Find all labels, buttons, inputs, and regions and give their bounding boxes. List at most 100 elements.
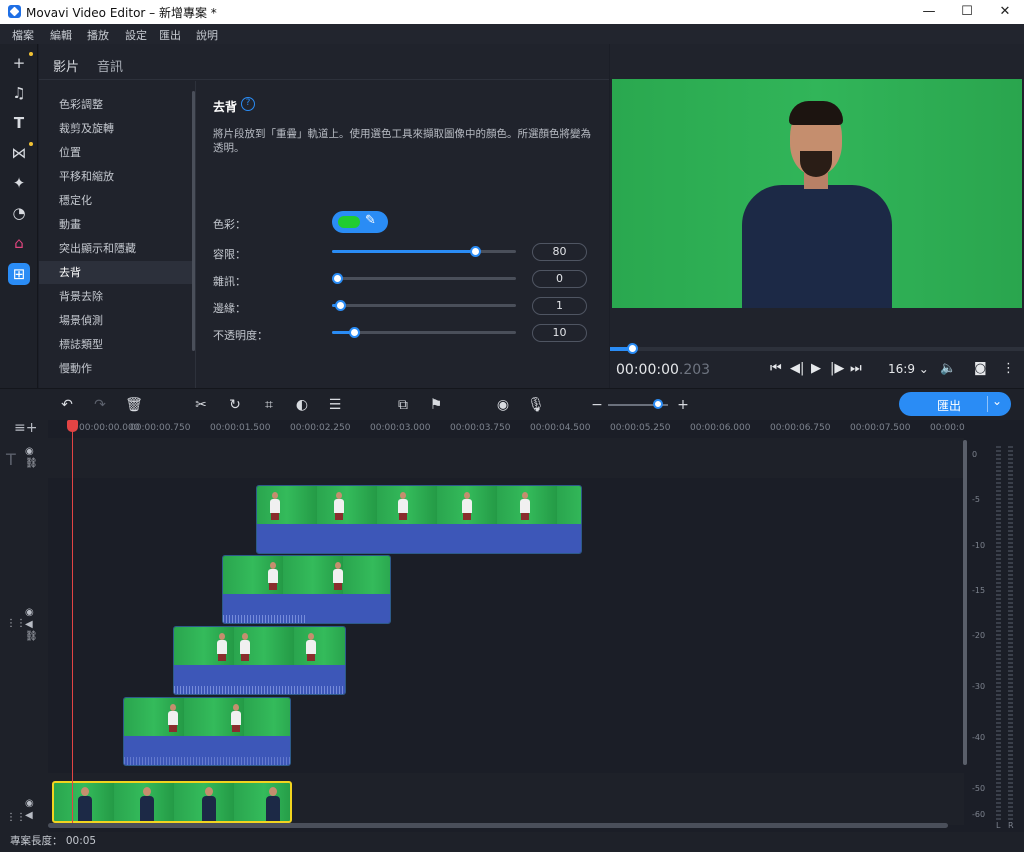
overlay-clip[interactable] bbox=[173, 626, 346, 695]
overlay-clip[interactable] bbox=[222, 555, 391, 624]
noise-slider[interactable] bbox=[332, 273, 516, 284]
add-track-icon[interactable]: ≡+ bbox=[14, 420, 37, 436]
close-button[interactable]: ✕ bbox=[986, 0, 1024, 24]
timeline-horizontal-scrollbar[interactable] bbox=[48, 823, 948, 828]
delete-icon[interactable]: 🗑 bbox=[124, 396, 144, 414]
slider-handle[interactable] bbox=[332, 273, 343, 284]
opacity-value[interactable]: 10 bbox=[532, 324, 587, 342]
category-item-selected[interactable]: 去背 bbox=[39, 261, 196, 284]
menu-export[interactable]: 匯出 bbox=[159, 27, 181, 43]
timeline-ruler[interactable]: 00:00:00.000 00:00:00.750 00:00:01.500 0… bbox=[48, 420, 965, 438]
rotate-icon[interactable]: ↻ bbox=[225, 396, 245, 414]
more-tools-icon[interactable]: ⊞ bbox=[8, 263, 30, 285]
playhead-handle[interactable] bbox=[67, 420, 78, 432]
opacity-slider[interactable] bbox=[332, 327, 516, 338]
link-icon[interactable]: ⛓ bbox=[25, 458, 38, 469]
category-item[interactable]: 突出顯示和隱藏 bbox=[39, 237, 196, 260]
transitions-icon[interactable]: ⋈ bbox=[8, 142, 30, 164]
speaker-icon[interactable]: ◀ bbox=[25, 619, 33, 630]
minimize-button[interactable]: — bbox=[910, 0, 948, 24]
skip-start-icon[interactable]: ⏮ bbox=[770, 361, 782, 376]
speaker-icon[interactable]: ◀ bbox=[25, 810, 33, 821]
store-icon[interactable]: ⌂ bbox=[8, 232, 30, 254]
aspect-ratio-dropdown[interactable]: 16:9 ⌄ bbox=[888, 362, 929, 376]
export-button[interactable]: 匯出 ⌄ bbox=[899, 392, 1011, 416]
ruler-label: 00:00:03.000 bbox=[370, 423, 431, 433]
slider-handle[interactable] bbox=[349, 327, 360, 338]
category-item[interactable]: 穩定化 bbox=[39, 189, 196, 212]
export-dropdown-icon[interactable]: ⌄ bbox=[992, 394, 1002, 408]
category-item[interactable]: 動畫 bbox=[39, 213, 196, 236]
menu-edit[interactable]: 編輯 bbox=[50, 27, 72, 43]
overlay-clip[interactable] bbox=[123, 697, 291, 766]
category-item[interactable]: 裁剪及旋轉 bbox=[39, 117, 196, 140]
volume-icon[interactable]: 🔈 bbox=[940, 361, 956, 376]
slider-handle[interactable] bbox=[470, 246, 481, 257]
eye-icon[interactable]: ◉ bbox=[25, 607, 34, 618]
edges-slider[interactable] bbox=[332, 300, 516, 311]
timeline-zoom-slider[interactable] bbox=[608, 399, 668, 409]
color-adjust-icon[interactable]: ◐ bbox=[292, 396, 312, 414]
title-bar: Movavi Video Editor – 新增專案 * — ☐ ✕ bbox=[0, 0, 1024, 24]
help-icon[interactable]: ? bbox=[241, 97, 255, 111]
filters-icon[interactable]: ◔ bbox=[8, 202, 30, 224]
noise-value[interactable]: 0 bbox=[532, 270, 587, 288]
redo-icon[interactable]: ↷ bbox=[90, 396, 110, 414]
category-item[interactable]: 背景去除 bbox=[39, 285, 196, 308]
microphone-icon[interactable]: 🎙 bbox=[526, 396, 546, 414]
play-icon[interactable]: ▶ bbox=[811, 361, 821, 376]
webcam-icon[interactable]: ◉ bbox=[493, 396, 513, 414]
category-item[interactable]: 慢動作 bbox=[39, 357, 196, 380]
zoom-handle[interactable] bbox=[653, 399, 663, 409]
scrubber-handle[interactable] bbox=[626, 343, 638, 354]
window-title: Movavi Video Editor – 新增專案 * bbox=[26, 6, 217, 20]
crop-icon[interactable]: ⌗ bbox=[259, 396, 279, 414]
clip-properties-icon[interactable]: ☰ bbox=[325, 396, 345, 414]
add-files-icon[interactable]: + bbox=[8, 52, 30, 74]
playhead[interactable] bbox=[67, 420, 78, 825]
music-icon[interactable]: ♫ bbox=[8, 82, 30, 104]
effects-icon[interactable]: ✦ bbox=[8, 172, 30, 194]
menu-play[interactable]: 播放 bbox=[87, 27, 109, 43]
timeline-vertical-scrollbar[interactable] bbox=[963, 440, 967, 765]
ruler-label: 00:00:07.500 bbox=[850, 423, 911, 433]
prev-frame-icon[interactable]: ◀| bbox=[790, 361, 804, 376]
category-item[interactable]: 位置 bbox=[39, 141, 196, 164]
tab-video[interactable]: 影片 bbox=[53, 56, 79, 75]
category-scrollbar[interactable] bbox=[192, 91, 195, 351]
category-item[interactable]: 平移和縮放 bbox=[39, 165, 196, 188]
menu-file[interactable]: 檔案 bbox=[12, 27, 34, 43]
more-options-icon[interactable]: ⋮ bbox=[1002, 361, 1015, 376]
menu-help[interactable]: 說明 bbox=[196, 27, 218, 43]
zoom-in-icon[interactable]: + bbox=[673, 396, 693, 414]
eye-icon[interactable]: ◉ bbox=[25, 798, 34, 809]
slider-handle[interactable] bbox=[335, 300, 346, 311]
preview-video[interactable] bbox=[612, 79, 1022, 308]
playback-scrubber[interactable] bbox=[610, 343, 1024, 354]
maximize-button[interactable]: ☐ bbox=[948, 0, 986, 24]
zoom-out-icon[interactable]: − bbox=[587, 396, 607, 414]
skip-end-icon[interactable]: ⏭ bbox=[850, 361, 862, 376]
menu-settings[interactable]: 設定 bbox=[125, 27, 147, 43]
category-item[interactable]: 場景偵測 bbox=[39, 309, 196, 332]
cut-icon[interactable]: ✂ bbox=[191, 396, 211, 414]
overlay-clip[interactable] bbox=[256, 485, 582, 554]
marker-icon[interactable]: ⚑ bbox=[426, 396, 446, 414]
eye-icon[interactable]: ◉ bbox=[25, 446, 34, 457]
presenter-figure bbox=[742, 101, 892, 308]
tolerance-slider[interactable] bbox=[332, 246, 516, 257]
link-icon[interactable]: ⛓ bbox=[25, 631, 38, 642]
next-frame-icon[interactable]: |▶ bbox=[830, 361, 844, 376]
title-track[interactable] bbox=[48, 438, 964, 478]
edges-value[interactable]: 1 bbox=[532, 297, 587, 315]
category-item[interactable]: 色彩調整 bbox=[39, 93, 196, 116]
tolerance-value[interactable]: 80 bbox=[532, 243, 587, 261]
category-item[interactable]: 標誌類型 bbox=[39, 333, 196, 356]
tab-audio[interactable]: 音訊 bbox=[97, 56, 123, 75]
main-video-clip[interactable] bbox=[52, 781, 292, 823]
undo-icon[interactable]: ↶ bbox=[57, 396, 77, 414]
transition-wizard-icon[interactable]: ⧉ bbox=[393, 396, 413, 414]
titles-icon[interactable]: T bbox=[8, 112, 30, 134]
color-picker-button[interactable]: ✎ bbox=[332, 211, 388, 233]
snapshot-icon[interactable]: ◙ bbox=[974, 361, 987, 376]
